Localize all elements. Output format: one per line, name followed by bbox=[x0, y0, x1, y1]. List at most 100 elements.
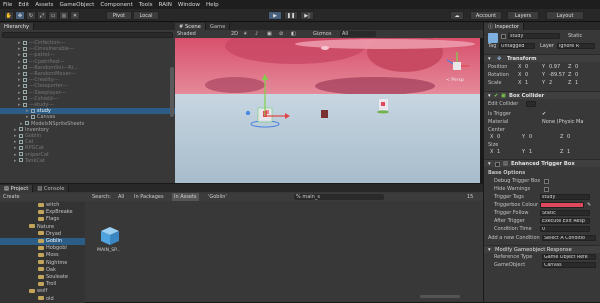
layers-dropdown[interactable]: Layers bbox=[507, 11, 539, 20]
project-folder-item[interactable]: Moss bbox=[0, 252, 85, 259]
position-z-field[interactable]: 0 bbox=[575, 64, 578, 71]
triggerbox-colour-swatch[interactable] bbox=[540, 202, 584, 208]
trigger-tags-field[interactable]: study bbox=[540, 194, 590, 200]
tab-project[interactable]: ▤ Project bbox=[0, 185, 34, 192]
gizmos-dropdown[interactable]: Gizmos bbox=[313, 30, 331, 38]
transform-header[interactable]: ▾ ✥ Transform bbox=[484, 54, 600, 62]
project-folder-item[interactable]: ExpBreake bbox=[0, 209, 85, 216]
rect-tool-icon[interactable]: ▭ bbox=[48, 11, 58, 20]
persp-label[interactable]: < Persp bbox=[446, 78, 464, 83]
project-folder-item[interactable]: Dryad bbox=[0, 231, 85, 238]
custom-tool-icon[interactable]: ✕ bbox=[70, 11, 80, 20]
rotate-tool-icon[interactable]: ↻ bbox=[26, 11, 36, 20]
create-button[interactable]: Create bbox=[3, 193, 20, 201]
menu-tools[interactable]: Tools bbox=[139, 2, 153, 8]
hand-tool-icon[interactable]: ✋ bbox=[4, 11, 14, 20]
menu-assets[interactable]: Assets bbox=[35, 2, 53, 8]
move-tool-icon[interactable]: ✥ bbox=[15, 11, 25, 20]
response-header[interactable]: ▾ Modify Gameobject Response bbox=[484, 245, 600, 253]
center-x-field[interactable]: 0 bbox=[497, 134, 500, 141]
center-z-field[interactable]: 0 bbox=[567, 134, 570, 141]
thumbnail-size-slider[interactable] bbox=[420, 295, 460, 298]
project-folder-item[interactable]: Oak bbox=[0, 267, 85, 274]
asset-item[interactable] bbox=[100, 226, 120, 246]
project-folder-item[interactable]: Souleate bbox=[0, 274, 85, 281]
account-dropdown[interactable]: Account bbox=[470, 11, 502, 20]
scene-search-input[interactable]: All bbox=[340, 31, 376, 37]
trigger-follow-dropdown[interactable]: Static bbox=[540, 210, 590, 216]
rotation-x-field[interactable]: 0 bbox=[525, 72, 528, 79]
project-folder-item[interactable]: Nightme bbox=[0, 260, 85, 267]
tab-scene[interactable]: # Scene bbox=[175, 23, 206, 30]
scale-x-field[interactable]: 1 bbox=[525, 80, 528, 87]
rotation-y-field[interactable]: -89.57 bbox=[549, 72, 565, 79]
position-x-field[interactable]: 0 bbox=[525, 64, 528, 71]
menu-edit[interactable]: Edit bbox=[18, 2, 29, 8]
active-checkbox[interactable] bbox=[501, 34, 506, 39]
tab-inspector[interactable]: ⓘ Inspector bbox=[484, 23, 525, 30]
project-folder-item[interactable]: Hobgobl bbox=[0, 245, 85, 252]
effects-icon[interactable]: ▣ bbox=[267, 30, 272, 38]
box-collider-checkbox[interactable]: ✔ bbox=[494, 92, 498, 100]
is-trigger-checkbox[interactable]: ✔ bbox=[542, 111, 546, 118]
project-search-input[interactable]: % main_s bbox=[294, 194, 384, 200]
size-y-field[interactable]: 1 bbox=[529, 149, 532, 156]
gameobject-field[interactable]: Canvas bbox=[542, 262, 596, 268]
object-name-field[interactable]: study bbox=[508, 33, 560, 39]
2d-toggle[interactable]: 2D bbox=[231, 30, 238, 38]
transform-tool-icon[interactable]: ◎ bbox=[59, 11, 69, 20]
in-assets-button[interactable]: In Assets bbox=[172, 193, 199, 201]
condition-time-field[interactable]: 0 bbox=[540, 226, 590, 232]
color-picker-icon[interactable]: ✎ bbox=[587, 202, 591, 209]
scale-y-field[interactable]: 2 bbox=[549, 80, 552, 87]
edit-collider-button[interactable] bbox=[526, 101, 536, 107]
menu-gameobject[interactable]: GameObject bbox=[59, 2, 94, 8]
debug-checkbox[interactable] bbox=[544, 179, 549, 184]
tab-console[interactable]: ▤ Console bbox=[33, 185, 70, 192]
project-folder-item[interactable]: Troll bbox=[0, 281, 85, 288]
hidden-objects-icon[interactable]: ⊘ bbox=[279, 30, 283, 38]
hierarchy-item[interactable]: ▸ TankCat bbox=[0, 158, 175, 164]
menu-help[interactable]: Help bbox=[206, 2, 219, 8]
pivot-toggle[interactable]: Pivot bbox=[106, 11, 132, 20]
size-z-field[interactable]: 1 bbox=[567, 149, 570, 156]
collab-icon[interactable]: ☁ bbox=[450, 11, 464, 20]
shading-dropdown[interactable]: Shaded bbox=[177, 30, 196, 38]
tab-game[interactable]: Game bbox=[205, 23, 231, 30]
box-collider-header[interactable]: ▾ ✔ ▣ Box Collider bbox=[484, 91, 600, 99]
local-toggle[interactable]: Local bbox=[133, 11, 159, 20]
size-x-field[interactable]: 1 bbox=[497, 149, 500, 156]
menu-window[interactable]: Window bbox=[178, 2, 200, 8]
hierarchy-search-input[interactable] bbox=[2, 32, 173, 38]
project-folder-item[interactable]: witch bbox=[0, 202, 85, 209]
static-toggle[interactable]: Static bbox=[568, 33, 582, 39]
menu-file[interactable]: File bbox=[3, 2, 12, 8]
lighting-icon[interactable]: ☀ bbox=[243, 30, 247, 38]
rotation-z-field[interactable]: 0 bbox=[575, 72, 578, 79]
in-packages-button[interactable]: In Packages bbox=[134, 193, 164, 201]
project-folder-item[interactable]: Flags bbox=[0, 216, 85, 223]
scale-z-field[interactable]: 1 bbox=[575, 80, 578, 87]
menu-component[interactable]: Component bbox=[100, 2, 132, 8]
scale-tool-icon[interactable]: ⤢ bbox=[37, 11, 47, 20]
camera-icon[interactable]: ◧ bbox=[291, 30, 296, 38]
search-all-button[interactable]: All bbox=[118, 193, 124, 201]
enhanced-checkbox[interactable] bbox=[495, 161, 500, 167]
scene-viewport[interactable]: < Persp bbox=[175, 38, 480, 184]
audio-icon[interactable]: ♪ bbox=[255, 30, 258, 38]
after-trigger-dropdown[interactable]: Execute Exit Resp bbox=[540, 218, 590, 224]
hide-warnings-checkbox[interactable] bbox=[544, 187, 549, 192]
add-condition-dropdown[interactable]: Select A Conditio bbox=[542, 235, 596, 241]
layer-dropdown[interactable]: Ignore R bbox=[557, 43, 595, 49]
crate-object[interactable] bbox=[321, 110, 328, 118]
tag-dropdown[interactable]: Untagged bbox=[499, 43, 535, 49]
center-y-field[interactable]: 0 bbox=[529, 134, 532, 141]
step-button[interactable]: ▶| bbox=[300, 11, 314, 20]
goblin-filter-button[interactable]: 'Goblin' bbox=[208, 193, 227, 201]
layout-dropdown[interactable]: Layout bbox=[546, 11, 584, 20]
material-field[interactable]: None (Physic Ma bbox=[542, 119, 583, 126]
reference-type-dropdown[interactable]: Game Object Refe bbox=[542, 254, 596, 260]
project-folder-item[interactable]: Nature bbox=[0, 224, 85, 231]
hierarchy-scrollbar[interactable] bbox=[170, 67, 174, 117]
enhanced-trigger-header[interactable]: ▾ ▤ Enhanced Trigger Box bbox=[484, 159, 600, 167]
